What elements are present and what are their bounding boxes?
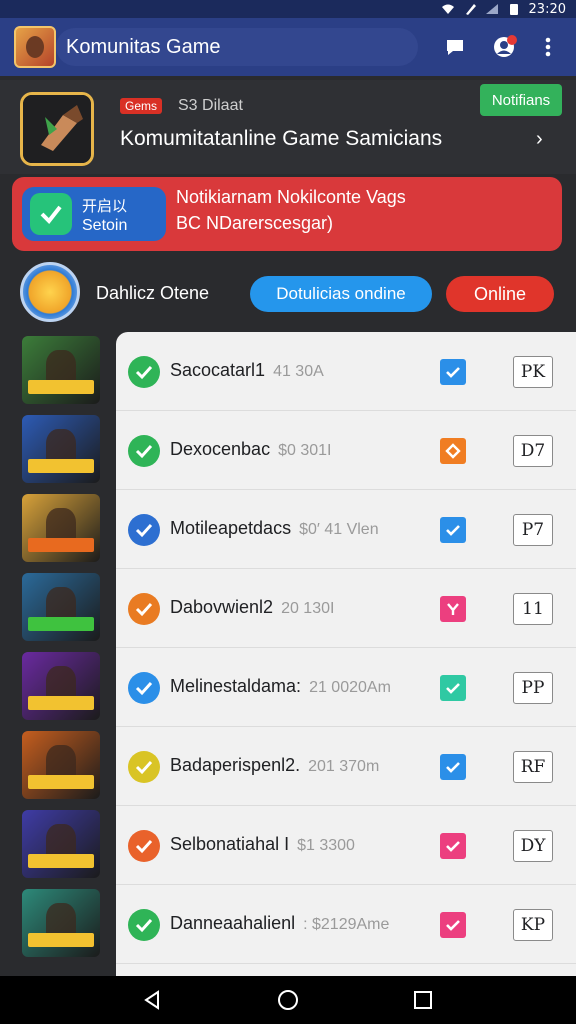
profile-name: Dahlicz Otene bbox=[96, 283, 210, 303]
list-item[interactable]: Melinestaldama: 21 0020Am PP bbox=[116, 648, 576, 727]
status-check-icon bbox=[128, 672, 160, 704]
no-sim-icon bbox=[465, 4, 476, 15]
status-toggle-icon[interactable] bbox=[440, 754, 466, 780]
home-icon[interactable] bbox=[276, 988, 300, 1012]
member-list: Sacocatarl1 41 30A PK Dexocenbac $0 301I D7 Mo… bbox=[116, 332, 576, 976]
list-item-meta: 21 0020Am bbox=[309, 679, 391, 696]
list-item-title: Dabovwienl2 bbox=[170, 597, 274, 617]
list-item[interactable]: Badaperispenl2. 201 370m RF bbox=[116, 727, 576, 806]
list-item-title: Danneaahalienl bbox=[170, 913, 296, 933]
list-item[interactable]: Dexocenbac $0 301I D7 bbox=[116, 411, 576, 490]
status-toggle-icon[interactable] bbox=[440, 675, 466, 701]
alert-message-line1: Notikiarnam Nokilconte Vags bbox=[176, 187, 406, 207]
alert-badge-line1: 开启以 bbox=[82, 198, 128, 215]
list-item-name: Badaperispenl2. 201 370m bbox=[170, 755, 379, 776]
clock: 23:20 bbox=[528, 1, 566, 17]
battery-icon bbox=[509, 4, 518, 15]
list-item-name: Dabovwienl2 20 130I bbox=[170, 597, 334, 618]
status-toggle-icon[interactable] bbox=[440, 438, 466, 464]
game-hammer-icon bbox=[20, 92, 94, 166]
list-item-meta: $0 301I bbox=[278, 442, 332, 459]
list-item-title: Motileapetdacs bbox=[170, 518, 292, 538]
app-title[interactable]: Komunitas Game bbox=[56, 28, 418, 66]
status-toggle-icon[interactable] bbox=[440, 833, 466, 859]
code-badge[interactable]: PP bbox=[513, 672, 553, 704]
status-check-icon bbox=[128, 435, 160, 467]
game-thumbnail-icon[interactable] bbox=[22, 415, 100, 483]
signal-icon bbox=[485, 4, 498, 14]
game-thumbnail-icon[interactable] bbox=[22, 889, 100, 957]
chat-icon[interactable] bbox=[442, 34, 468, 60]
list-item-name: Dexocenbac $0 301I bbox=[170, 439, 331, 460]
game-thumbnail-icon[interactable] bbox=[22, 810, 100, 878]
list-item-meta: : $2129Ame bbox=[303, 916, 390, 933]
status-check-icon bbox=[128, 593, 160, 625]
code-badge[interactable]: RF bbox=[513, 751, 553, 783]
notifications-button[interactable]: Notifians bbox=[480, 84, 562, 116]
code-badge[interactable]: D7 bbox=[513, 435, 553, 467]
check-icon bbox=[30, 193, 72, 235]
list-item[interactable]: Selbonatiahal I $1 3300 DY bbox=[116, 806, 576, 885]
status-toggle-icon[interactable] bbox=[440, 517, 466, 543]
status-toggle-icon[interactable] bbox=[440, 359, 466, 385]
list-item[interactable]: Dabovwienl2 20 130I 11 bbox=[116, 569, 576, 648]
card-subtitle: S3 Dilaat bbox=[178, 97, 243, 114]
chevron-right-icon[interactable]: › bbox=[536, 128, 543, 151]
status-check-icon bbox=[128, 514, 160, 546]
code-badge[interactable]: PK bbox=[513, 356, 553, 388]
list-item[interactable]: Sacocatarl1 41 30A PK bbox=[116, 332, 576, 411]
game-thumbnail-icon[interactable] bbox=[22, 573, 100, 641]
list-item-title: Dexocenbac bbox=[170, 439, 271, 459]
alert-badge[interactable]: 开启以 Setoin bbox=[22, 187, 166, 241]
list-item[interactable]: Danneaahalienl : $2129Ame KP bbox=[116, 885, 576, 964]
game-thumbnail-icon[interactable] bbox=[22, 652, 100, 720]
category-badge: Gems bbox=[120, 98, 163, 114]
more-vert-icon[interactable] bbox=[535, 34, 561, 60]
list-item-meta: $1 3300 bbox=[297, 837, 355, 854]
list-item-name: Danneaahalienl : $2129Ame bbox=[170, 913, 389, 934]
status-toggle-icon[interactable] bbox=[440, 596, 466, 622]
alert-badge-line2: Setoin bbox=[82, 217, 128, 234]
list-item-title: Melinestaldama: bbox=[170, 676, 302, 696]
online-users-button[interactable]: Dotulicias ondine bbox=[250, 276, 432, 312]
alert-message-line2: BC NDarerscesgar) bbox=[176, 213, 334, 233]
game-thumbnail-icon[interactable] bbox=[22, 336, 100, 404]
status-toggle-icon[interactable] bbox=[440, 912, 466, 938]
game-thumbnail-icon[interactable] bbox=[22, 494, 100, 562]
list-item-name: Selbonatiahal I $1 3300 bbox=[170, 834, 355, 855]
online-button[interactable]: Online bbox=[446, 276, 554, 312]
profile-star-icon[interactable] bbox=[20, 262, 80, 322]
navigation-bar bbox=[0, 976, 576, 1024]
code-badge[interactable]: P7 bbox=[513, 514, 553, 546]
list-item-title: Selbonatiahal I bbox=[170, 834, 290, 854]
list-item-name: Melinestaldama: 21 0020Am bbox=[170, 676, 391, 697]
card-title: Komumitatanline Game Samicians bbox=[120, 127, 443, 150]
code-badge[interactable]: 11 bbox=[513, 593, 553, 625]
status-bar: 23:20 bbox=[0, 0, 576, 18]
list-item-name: Motileapetdacs $0′ 41 Vlen bbox=[170, 518, 379, 539]
game-thumbnail-icon[interactable] bbox=[22, 731, 100, 799]
list-item-meta: 201 370m bbox=[308, 758, 380, 775]
code-badge[interactable]: KP bbox=[513, 909, 553, 941]
profile-badge-icon[interactable] bbox=[492, 34, 518, 60]
list-item-name: Sacocatarl1 41 30A bbox=[170, 360, 324, 381]
list-item-meta: 20 130I bbox=[281, 600, 335, 617]
status-check-icon bbox=[128, 830, 160, 862]
app-title-text: Komunitas Game bbox=[66, 35, 221, 58]
wifi-icon bbox=[441, 4, 454, 14]
status-check-icon bbox=[128, 751, 160, 783]
list-item-meta: $0′ 41 Vlen bbox=[299, 521, 379, 538]
thumbnail-column bbox=[0, 332, 116, 976]
status-check-icon bbox=[128, 909, 160, 941]
recents-icon[interactable] bbox=[411, 988, 435, 1012]
list-item-meta: 41 30A bbox=[273, 363, 324, 380]
status-check-icon bbox=[128, 356, 160, 388]
list-item-title: Badaperispenl2. bbox=[170, 755, 301, 775]
app-bar: Komunitas Game bbox=[0, 18, 576, 76]
code-badge[interactable]: DY bbox=[513, 830, 553, 862]
back-icon[interactable] bbox=[141, 988, 165, 1012]
app-avatar-icon[interactable] bbox=[14, 26, 56, 68]
list-item-title: Sacocatarl1 bbox=[170, 360, 266, 380]
list-item[interactable]: Motileapetdacs $0′ 41 Vlen P7 bbox=[116, 490, 576, 569]
